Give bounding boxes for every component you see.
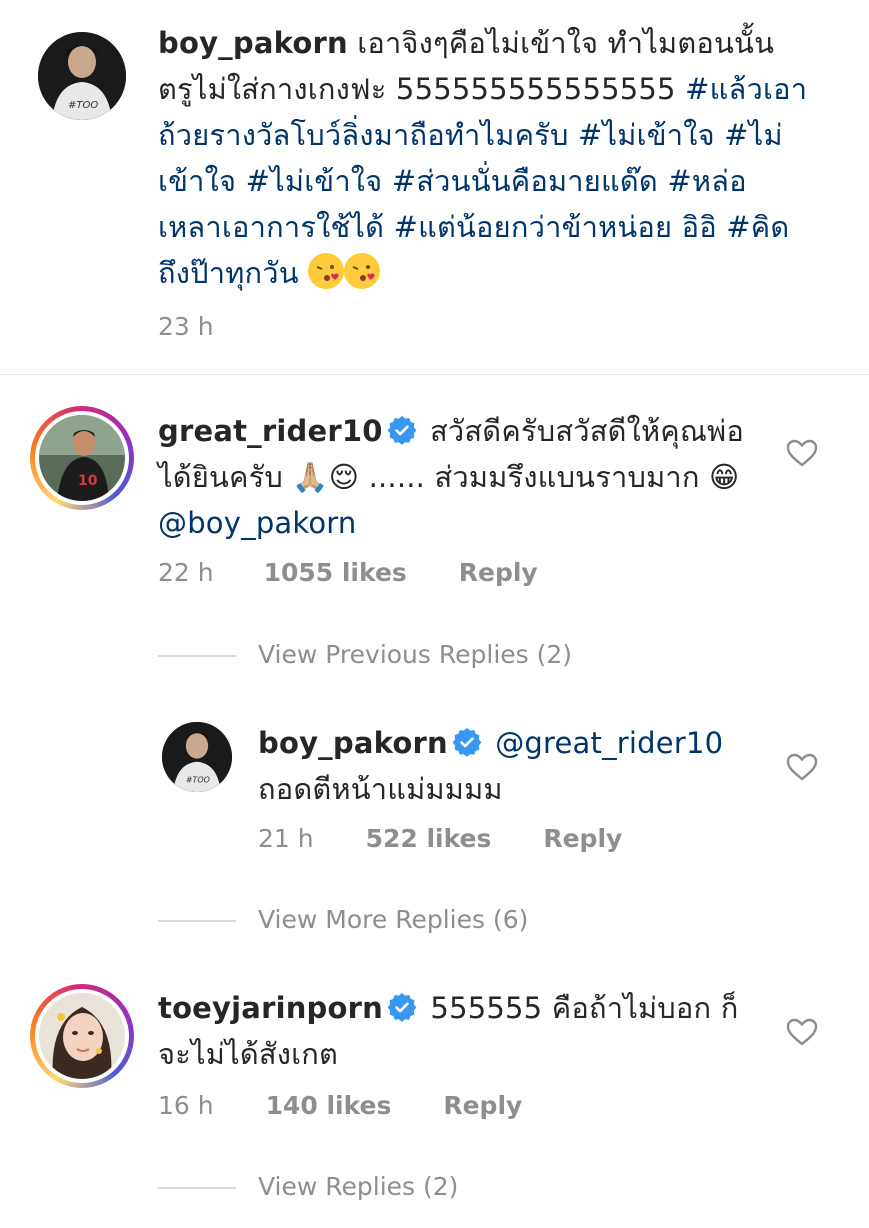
kiss-emoji — [344, 253, 381, 289]
like-button[interactable] — [786, 1017, 818, 1051]
like-button[interactable] — [786, 438, 818, 472]
heart-outline-icon — [786, 753, 818, 781]
kiss-emoji — [308, 253, 345, 289]
svg-text:#TOO: #TOO — [186, 775, 210, 784]
reply-body: ถอดตีหน้าแม่มมมม — [258, 772, 503, 806]
mention-link[interactable]: @great_rider10 — [495, 726, 723, 760]
mention-link[interactable]: @boy_pakorn — [158, 506, 357, 540]
heart-outline-icon — [786, 1018, 818, 1046]
comment-username[interactable]: toeyjarinporn — [158, 991, 383, 1025]
reply-username[interactable]: boy_pakorn — [258, 726, 448, 760]
view-more-replies-button[interactable]: View More Replies (6) — [258, 905, 528, 934]
comment-likes[interactable]: 140 likes — [266, 1091, 392, 1120]
avatar-photo: #TOO — [38, 32, 126, 120]
divider — [0, 374, 869, 375]
reply-text: boy_pakorn @great_rider10 ถอดตีหน้าแม่มม… — [258, 720, 758, 812]
avatar-photo: 10 — [39, 415, 125, 501]
heart-outline-icon — [786, 439, 818, 467]
comment-meta: 22 h 1055 likes Reply — [158, 558, 538, 587]
reply-likes[interactable]: 522 likes — [366, 824, 492, 853]
view-previous-replies-button[interactable]: View Previous Replies (2) — [258, 640, 572, 669]
caption-time: 23 h — [158, 312, 214, 341]
reply-button[interactable]: Reply — [543, 824, 622, 853]
svg-text:#TOO: #TOO — [68, 100, 98, 111]
replies-divider — [158, 920, 236, 922]
view-replies-button[interactable]: View Replies (2) — [258, 1172, 458, 1201]
replies-divider — [158, 655, 236, 657]
comment-time: 16 h — [158, 1091, 214, 1120]
caption-avatar[interactable]: #TOO — [38, 32, 126, 120]
reply-button[interactable]: Reply — [459, 558, 538, 587]
verified-badge-icon — [452, 724, 482, 757]
like-button[interactable] — [786, 752, 818, 786]
comment-text-toeyjarinporn: toeyjarinporn 555555 คือถ้าไม่บอก ก็จะไม… — [158, 985, 758, 1077]
svg-text:10: 10 — [78, 473, 98, 489]
reply-avatar-boy-pakorn[interactable]: #TOO — [162, 722, 232, 792]
caption-username[interactable]: boy_pakorn — [158, 26, 348, 60]
comment-meta: 16 h 140 likes Reply — [158, 1091, 522, 1120]
replies-divider — [158, 1187, 236, 1189]
verified-badge-icon — [387, 989, 417, 1022]
avatar-photo: #TOO — [162, 722, 232, 792]
reply-time: 21 h — [258, 824, 314, 853]
avatar-photo — [39, 993, 125, 1079]
reply-meta: 21 h 522 likes Reply — [258, 824, 622, 853]
comment-time: 22 h — [158, 558, 214, 587]
verified-badge-icon — [387, 412, 417, 445]
comment-username[interactable]: great_rider10 — [158, 414, 383, 448]
comment-avatar-toeyjarinporn[interactable] — [30, 984, 134, 1088]
comment-likes[interactable]: 1055 likes — [264, 558, 407, 587]
caption-text: boy_pakorn เอาจิงๆคือไม่เข้าใจ ทำไมตอนนั… — [158, 20, 808, 296]
comment-text-great-rider10: great_rider10 สวัสดีครับสวัสดีให้คุณพ่อไ… — [158, 408, 748, 546]
reply-button[interactable]: Reply — [443, 1091, 522, 1120]
comment-avatar-great-rider10[interactable]: 10 — [30, 406, 134, 510]
